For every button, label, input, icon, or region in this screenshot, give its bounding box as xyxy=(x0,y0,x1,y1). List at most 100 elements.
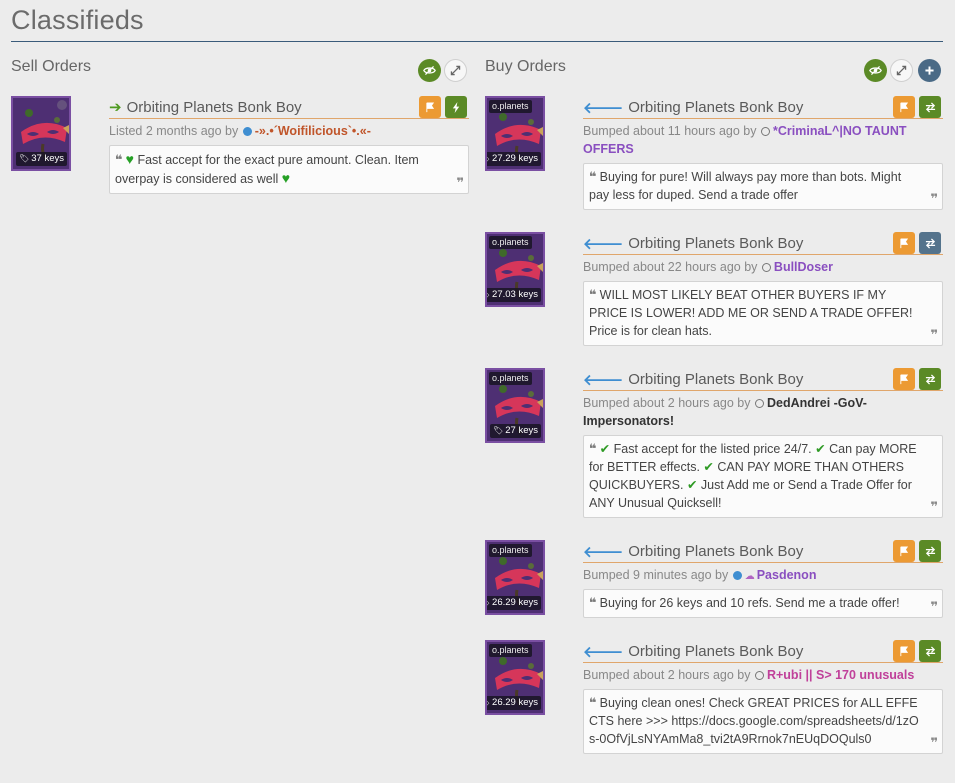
swap-icon xyxy=(925,237,935,249)
offline-status-icon xyxy=(754,399,764,408)
add-buy-order-button[interactable] xyxy=(918,59,941,82)
eye-icon xyxy=(869,66,882,75)
check-icon: ✔ xyxy=(599,442,611,456)
item-name-link[interactable]: Orbiting Planets Bonk Boy xyxy=(628,99,803,116)
report-flag-button[interactable] xyxy=(893,96,915,118)
quote-close-icon: ❞ xyxy=(456,175,464,190)
flag-icon xyxy=(899,101,908,112)
listing-meta: Listed 2 months ago by -».•´Woifilicious… xyxy=(109,124,371,138)
expand-button-buy[interactable] xyxy=(890,59,913,82)
arrow-left-icon: 🡐 xyxy=(583,543,624,561)
listing-comment: ❝ WILL MOST LIKELY BEAT OTHER BUYERS IF M… xyxy=(583,281,943,346)
listing-comment: ❝ Buying for 26 keys and 10 refs. Send me… xyxy=(583,589,943,618)
trade-offer-button[interactable] xyxy=(919,640,941,662)
user-link[interactable]: BullDoser xyxy=(774,260,833,274)
listing-title-row: 🡐 Orbiting Planets Bonk Boy xyxy=(583,368,943,391)
swap-icon xyxy=(925,101,935,113)
item-name-link[interactable]: Orbiting Planets Bonk Boy xyxy=(628,371,803,388)
user-link[interactable]: Pasdenon xyxy=(757,568,817,582)
quote-close-icon: ❞ xyxy=(930,191,938,206)
quote-open-icon: ❝ xyxy=(589,169,597,184)
listing-comment: ❝ Buying for pure! Will always pay more t… xyxy=(583,163,943,210)
item-name-link[interactable]: Orbiting Planets Bonk Boy xyxy=(127,99,302,116)
effect-tag: o.planets xyxy=(489,644,532,657)
offline-status-icon xyxy=(754,671,764,680)
price-tag: 🏷26.29 keys xyxy=(487,596,541,610)
check-icon: ✔ xyxy=(703,460,714,474)
buy-orders-header: Buy Orders xyxy=(485,58,566,75)
listing-meta: Bumped about 2 hours ago by DedAndrei -G… xyxy=(583,396,867,428)
effect-tag: o.planets xyxy=(489,544,532,557)
price-tag: 🏷27.03 keys xyxy=(487,288,541,302)
flag-icon xyxy=(899,545,908,556)
offline-status-icon xyxy=(761,127,770,136)
arrow-left-icon: 🡐 xyxy=(583,643,624,661)
quote-open-icon: ❝ xyxy=(115,152,123,167)
title-divider xyxy=(11,41,943,42)
item-name-link[interactable]: Orbiting Planets Bonk Boy xyxy=(628,235,803,252)
item-thumbnail[interactable]: 🏷 37 keys xyxy=(11,96,71,171)
price-tag: 🏷 27 keys xyxy=(490,424,541,438)
tag-icon: 🏷 xyxy=(19,154,30,163)
user-link[interactable]: R+ubi || S> 170 unusuals xyxy=(767,668,914,682)
item-name-link[interactable]: Orbiting Planets Bonk Boy xyxy=(628,543,803,560)
effect-tag: o.planets xyxy=(489,236,532,249)
green-heart-icon: ♥ xyxy=(281,170,291,186)
trade-offer-button[interactable] xyxy=(919,368,941,390)
tag-icon: 🏷 xyxy=(487,698,490,707)
report-flag-button[interactable] xyxy=(419,96,441,118)
price-tag: 🏷26.29 keys xyxy=(487,696,541,710)
arrow-right-icon: ➔ xyxy=(109,99,122,116)
listing-title-row: 🡐 Orbiting Planets Bonk Boy xyxy=(583,540,943,563)
toggle-visibility-button-sell[interactable] xyxy=(418,59,441,82)
item-thumbnail[interactable]: o.planets 🏷26.29 keys xyxy=(485,540,545,615)
tag-icon: 🏷 xyxy=(487,598,490,607)
sell-orders-header: Sell Orders xyxy=(11,58,92,75)
buy-listing: o.planets 🏷27.03 keys 🡐 Orbiting Planets… xyxy=(485,232,943,347)
quote-open-icon: ❝ xyxy=(589,287,597,302)
report-flag-button[interactable] xyxy=(893,640,915,662)
tag-icon: 🏷 xyxy=(487,154,490,163)
quote-open-icon: ❝ xyxy=(589,595,597,610)
trade-offer-button[interactable] xyxy=(919,96,941,118)
check-icon: ✔ xyxy=(686,478,698,492)
arrow-left-icon: 🡐 xyxy=(583,99,624,117)
report-flag-button[interactable] xyxy=(893,232,915,254)
item-thumbnail[interactable]: o.planets 🏷27.03 keys xyxy=(485,232,545,307)
buy-listing: o.planets 🏷27.29 keys 🡐 Orbiting Planets… xyxy=(485,96,943,211)
gem-icon xyxy=(57,100,67,110)
buy-listing: o.planets 🏷26.29 keys 🡐 Orbiting Planets… xyxy=(485,640,943,775)
item-name-link[interactable]: Orbiting Planets Bonk Boy xyxy=(628,643,803,660)
buy-listing: o.planets 🏷 27 keys 🡐 Orbiting Planets Bo… xyxy=(485,368,943,518)
check-icon: ✔ xyxy=(815,442,826,456)
item-thumbnail[interactable]: o.planets 🏷26.29 keys xyxy=(485,640,545,715)
quote-close-icon: ❞ xyxy=(930,599,938,614)
user-link[interactable]: -».•´Woifilicious`•.«- xyxy=(255,124,371,138)
page-title: Classifieds xyxy=(11,5,144,35)
expand-button-sell[interactable] xyxy=(444,59,467,82)
instant-buy-button[interactable] xyxy=(445,96,467,118)
listing-title-row: 🡐 Orbiting Planets Bonk Boy xyxy=(583,640,943,663)
trade-offer-button[interactable] xyxy=(919,232,941,254)
item-thumbnail[interactable]: o.planets 🏷27.29 keys xyxy=(485,96,545,171)
report-flag-button[interactable] xyxy=(893,540,915,562)
report-flag-button[interactable] xyxy=(893,368,915,390)
swap-icon xyxy=(925,645,935,657)
flag-icon xyxy=(425,101,434,112)
listing-comment: ❝ Buying clean ones! Check GREAT PRICES f… xyxy=(583,689,943,754)
buy-listing: o.planets 🏷26.29 keys 🡐 Orbiting Planets… xyxy=(485,540,943,620)
swap-icon xyxy=(925,545,935,557)
toggle-visibility-button-buy[interactable] xyxy=(864,59,887,82)
listing-meta: Bumped 9 minutes ago by ☁ Pasdenon xyxy=(583,568,817,582)
listing-title-row: ➔ Orbiting Planets Bonk Boy xyxy=(109,96,469,119)
item-thumbnail[interactable]: o.planets 🏷 27 keys xyxy=(485,368,545,443)
listing-meta: Bumped about 11 hours ago by *CriminaL^|… xyxy=(583,124,907,156)
trade-offer-button[interactable] xyxy=(919,540,941,562)
listing-meta: Bumped about 22 hours ago by BullDoser xyxy=(583,260,833,274)
hat-badge-icon: ☁ xyxy=(744,571,755,582)
tag-icon: 🏷 xyxy=(487,290,490,299)
expand-icon xyxy=(896,65,907,76)
online-status-icon xyxy=(732,571,742,580)
green-heart-icon: ♥ xyxy=(125,151,134,167)
expand-icon xyxy=(450,65,461,76)
